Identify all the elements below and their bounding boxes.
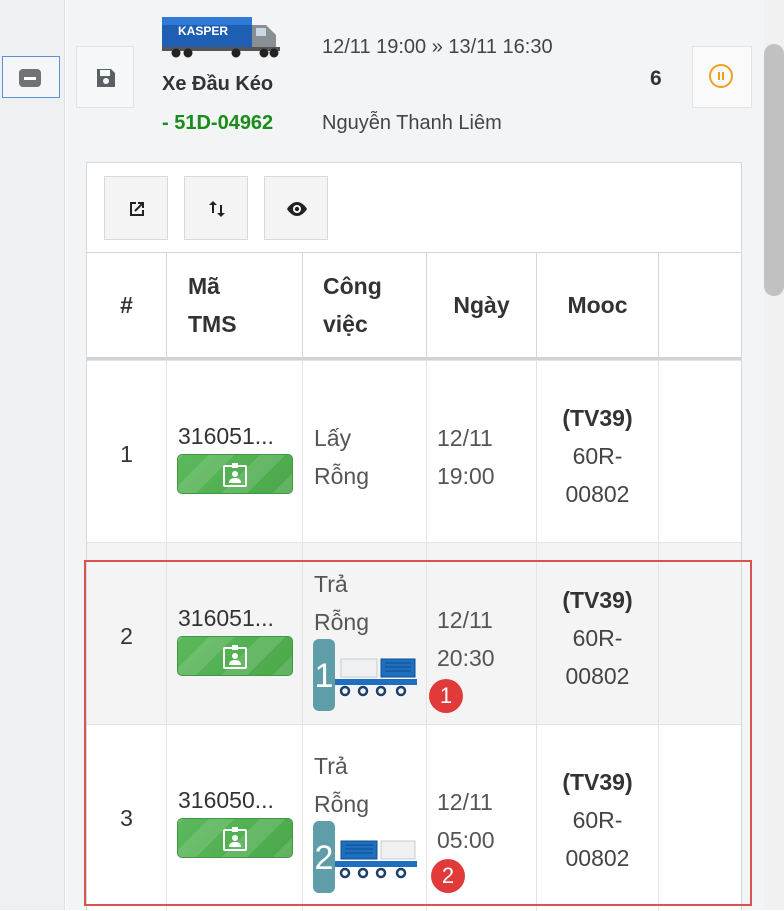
row-index: 2 xyxy=(120,623,133,649)
collapse-button[interactable] xyxy=(2,56,60,98)
col-index: # xyxy=(87,253,167,357)
eye-icon xyxy=(287,202,307,216)
container-number: 1 xyxy=(315,657,334,695)
floppy-disk-icon xyxy=(97,69,115,87)
left-gutter xyxy=(0,0,65,910)
vehicle-type: Xe Đầu Kéo xyxy=(162,73,274,95)
table-header: # Mã TMS Công việc Ngày Mooc xyxy=(87,252,741,360)
pause-button[interactable] xyxy=(692,46,752,108)
row-index: 1 xyxy=(120,441,133,467)
logo-text: KASPER xyxy=(178,24,228,38)
row-index: 3 xyxy=(120,805,133,831)
view-button[interactable] xyxy=(264,176,328,240)
open-in-new-icon xyxy=(130,202,144,216)
table-row[interactable]: 3 316050... Trả Rỗng 2 12/11 05:00 2 (TV… xyxy=(87,724,741,911)
job-date: 12/11 05:00 xyxy=(437,789,495,853)
container-chassis-icon[interactable]: 2 xyxy=(311,821,419,893)
save-button[interactable] xyxy=(76,46,134,108)
mooc-code: (TV39) xyxy=(562,769,633,795)
mooc-plate: 60R-00802 xyxy=(565,443,630,507)
truck-logo-icon: KASPER xyxy=(162,17,280,58)
annotation-marker: 2 xyxy=(431,859,465,893)
mooc-code: (TV39) xyxy=(562,405,633,431)
trip-time-range: 12/11 19:00 » 13/11 16:30 xyxy=(322,36,553,58)
status-badge[interactable] xyxy=(177,818,293,858)
container-chassis-icon[interactable]: 1 xyxy=(311,639,419,711)
job-date: 12/11 20:30 xyxy=(437,607,495,671)
tms-code[interactable]: 316051... xyxy=(178,423,274,450)
table-row[interactable]: 1 316051... Lấy Rỗng 12/11 19:00 (TV39) … xyxy=(87,360,741,543)
minus-square-icon xyxy=(19,69,41,87)
table-row[interactable]: 2 316051... Trả Rỗng 1 12/11 20:30 1 (TV… xyxy=(87,542,741,725)
id-badge-icon xyxy=(223,827,247,851)
job-name: Trả Rỗng xyxy=(314,753,369,817)
sort-button[interactable] xyxy=(184,176,248,240)
job-date: 12/11 19:00 xyxy=(437,425,495,489)
col-mooc[interactable]: Mooc xyxy=(537,253,659,357)
annotation-marker: 1 xyxy=(429,679,463,713)
col-tms[interactable]: Mã TMS xyxy=(167,253,303,357)
col-extra xyxy=(659,253,741,357)
container-number: 2 xyxy=(315,839,334,877)
tms-code[interactable]: 316050... xyxy=(178,787,274,814)
status-badge[interactable] xyxy=(177,636,293,676)
job-name: Trả Rỗng xyxy=(314,571,369,635)
job-count: 6 xyxy=(650,67,662,90)
status-badge[interactable] xyxy=(177,454,293,494)
col-job[interactable]: Công việc xyxy=(303,253,427,357)
tms-code[interactable]: 316051... xyxy=(178,605,274,632)
pause-circle-icon xyxy=(709,64,733,88)
open-button[interactable] xyxy=(104,176,168,240)
vehicle-plate: - 51D-04962 xyxy=(162,112,274,134)
scrollbar-thumb[interactable] xyxy=(764,44,784,296)
driver-name: Nguyễn Thanh Liêm xyxy=(322,112,502,134)
col-date[interactable]: Ngày xyxy=(427,253,537,357)
mooc-plate: 60R-00802 xyxy=(565,625,630,689)
mooc-plate: 60R-00802 xyxy=(565,807,630,871)
id-badge-icon xyxy=(223,463,247,487)
job-name: Lấy Rỗng xyxy=(314,425,369,489)
id-badge-icon xyxy=(223,645,247,669)
mooc-code: (TV39) xyxy=(562,587,633,613)
scrollbar[interactable] xyxy=(764,0,784,910)
sort-arrows-icon xyxy=(209,201,225,217)
